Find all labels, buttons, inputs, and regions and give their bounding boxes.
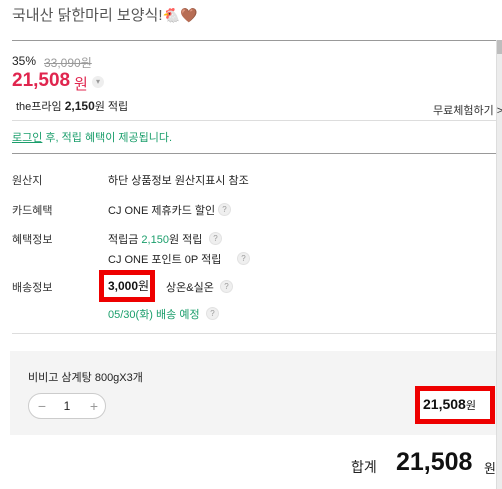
total-unit: 원 xyxy=(484,461,496,476)
scrollbar-thumb[interactable] xyxy=(497,40,502,54)
delivery-info-icon[interactable]: ? xyxy=(206,307,219,320)
points-info-icon[interactable]: ? xyxy=(209,232,222,245)
delivery-date: 05/30(화) 배송 예정 xyxy=(108,309,200,321)
divider xyxy=(12,333,496,334)
card-benefit-value: CJ ONE 제휴카드 할인 xyxy=(108,205,216,217)
card-benefit-label: 카드혜택 xyxy=(12,205,53,217)
option-subtotal: 21,508원 xyxy=(423,396,476,412)
divider xyxy=(12,120,496,121)
increase-button[interactable]: + xyxy=(86,397,102,415)
price-detail-chevron-icon[interactable]: ▾ xyxy=(92,76,104,88)
shipping-fee: 3,000원 xyxy=(108,279,150,293)
free-trial-link[interactable]: 무료체험하기 > xyxy=(433,102,502,118)
shipping-type: 상온&실온 xyxy=(166,282,214,294)
product-title: 국내산 닭한마리 보양식!🐔🤎 xyxy=(12,7,198,24)
option-name: 비비고 삼계탕 800gX3개 xyxy=(28,372,143,384)
cjone-info-icon[interactable]: ? xyxy=(237,252,250,265)
original-price: 33,090원 xyxy=(44,56,92,70)
shipping-info-icon[interactable]: ? xyxy=(220,280,233,293)
divider xyxy=(12,153,496,154)
decrease-button[interactable]: − xyxy=(34,397,50,415)
prime-points-amount: 2,150 xyxy=(64,99,95,113)
total-label: 합계 xyxy=(351,459,377,475)
benefit-label: 혜택정보 xyxy=(12,234,53,246)
origin-label: 원산지 xyxy=(12,175,43,187)
card-info-icon[interactable]: ? xyxy=(218,203,231,216)
shipping-label: 배송정보 xyxy=(12,282,53,294)
prime-points: the프라임 2,150원 적립 xyxy=(16,99,129,113)
points-benefit: 적립금 2,150원 적립 xyxy=(108,234,203,246)
divider xyxy=(12,40,496,41)
login-notice: 로그인 후, 적립 혜택이 제공됩니다. xyxy=(12,132,173,144)
discount-rate: 35% xyxy=(12,54,37,68)
total-amount: 21,508 xyxy=(396,448,473,476)
quantity-stepper[interactable]: − 1 + xyxy=(28,393,106,419)
origin-value: 하단 상품정보 원산지표시 참조 xyxy=(108,175,249,187)
sale-price-unit: 원 xyxy=(74,76,88,93)
quantity-value[interactable]: 1 xyxy=(59,399,75,413)
cjone-points: CJ ONE 포인트 0P 적립 xyxy=(108,254,222,266)
login-link[interactable]: 로그인 xyxy=(12,132,42,144)
sale-price: 21,508 xyxy=(12,70,71,91)
chicken-heart-icon: 🐔🤎 xyxy=(162,7,198,23)
